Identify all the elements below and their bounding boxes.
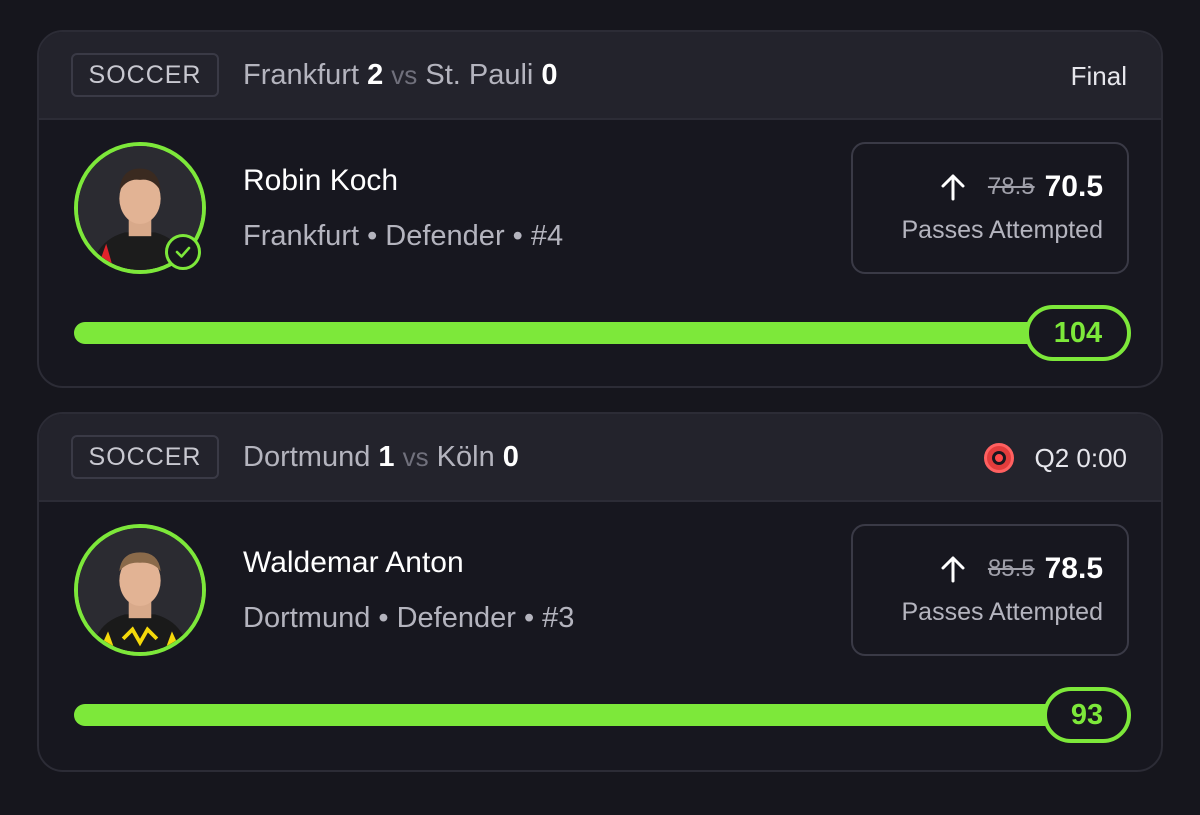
pick-card-2[interactable]: SOCCER Dortmund 1 vs Köln 0 Q2 0:00 Wald… [37, 412, 1163, 772]
arrow-up-icon [941, 556, 965, 583]
projection-box[interactable]: 85.5 78.5 Passes Attempted [851, 524, 1129, 656]
home-team: Dortmund [243, 441, 371, 473]
player-name[interactable]: Robin Koch [243, 164, 398, 198]
vs-label: vs [391, 60, 418, 90]
old-line-value: 78.5 [987, 173, 1035, 200]
projection-line: 78.5 70.5 [938, 170, 1103, 204]
status-text: Final [1070, 61, 1127, 91]
projection-box[interactable]: 78.5 70.5 Passes Attempted [851, 142, 1129, 274]
match-header: SOCCER Frankfurt 2 vs St. Pauli 0 Final [39, 32, 1161, 120]
new-line-value: 78.5 [1044, 552, 1103, 585]
arrow-up-icon [941, 174, 965, 201]
stat-name: Passes Attempted [901, 216, 1103, 244]
player-meta: Frankfurt • Defender • #4 [243, 220, 564, 252]
pick-card-1[interactable]: SOCCER Frankfurt 2 vs St. Pauli 0 Final … [37, 30, 1163, 388]
new-line-value: 70.5 [1044, 170, 1103, 203]
match-header: SOCCER Dortmund 1 vs Köln 0 Q2 0:00 [39, 414, 1161, 502]
player-headshot-icon [78, 528, 202, 652]
home-score: 2 [367, 59, 384, 91]
away-team: St. Pauli [425, 59, 534, 91]
player-avatar [74, 524, 206, 656]
progress-fill [74, 322, 1126, 344]
vs-label: vs [402, 442, 429, 472]
stat-name: Passes Attempted [901, 598, 1103, 626]
sport-badge: SOCCER [71, 435, 219, 479]
projection-line: 85.5 78.5 [938, 552, 1103, 586]
check-icon [165, 234, 201, 270]
sport-badge: SOCCER [71, 53, 219, 97]
home-score: 1 [378, 441, 395, 473]
away-score: 0 [502, 441, 519, 473]
matchup: Dortmund 1 vs Köln 0 [243, 436, 519, 478]
progress-bar [74, 704, 1126, 726]
away-team: Köln [436, 441, 495, 473]
matchup: Frankfurt 2 vs St. Pauli 0 [243, 54, 558, 96]
away-score: 0 [541, 59, 558, 91]
player-name[interactable]: Waldemar Anton [243, 546, 464, 580]
result-value: 104 [1025, 305, 1131, 361]
game-status: Final [1071, 56, 1127, 96]
progress-bar [74, 322, 1126, 344]
live-indicator-icon [984, 443, 1015, 473]
progress-fill [74, 704, 1126, 726]
player-meta: Dortmund • Defender • #3 [243, 602, 575, 634]
status-text: Q2 0:00 [1034, 443, 1127, 473]
result-value: 93 [1043, 687, 1131, 743]
old-line-value: 85.5 [987, 555, 1035, 582]
home-team: Frankfurt [243, 59, 360, 91]
game-status: Q2 0:00 [984, 438, 1127, 478]
